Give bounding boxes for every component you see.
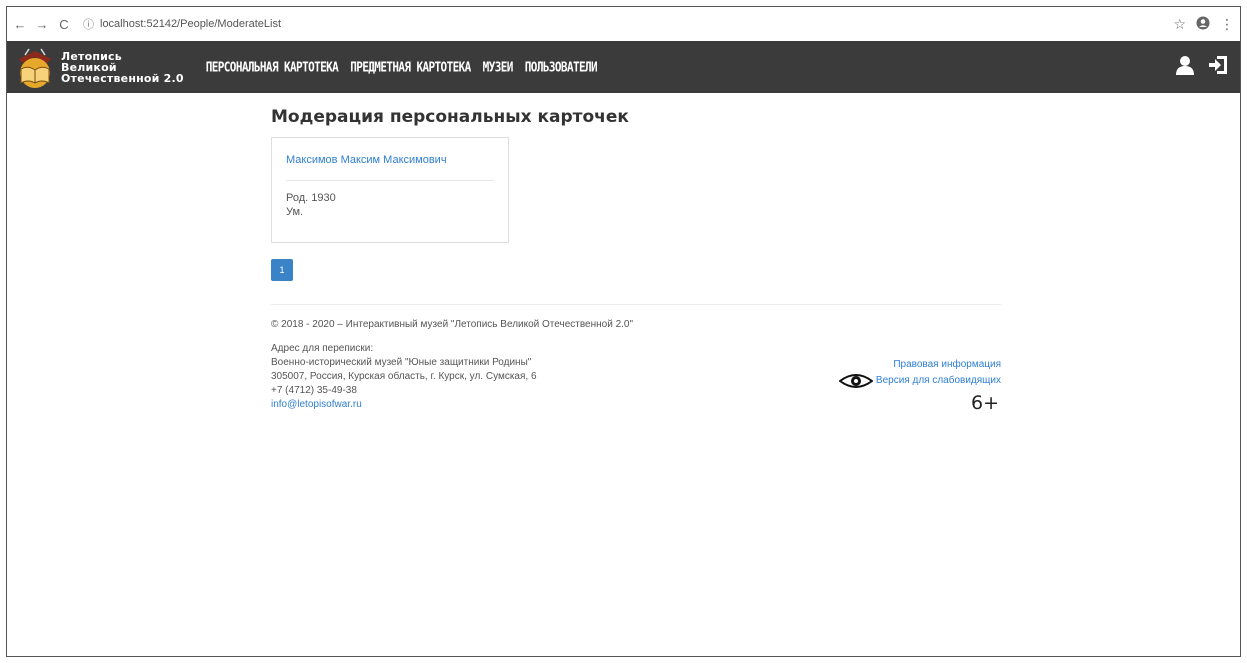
bookmark-star-icon[interactable]: ☆ <box>1173 16 1186 33</box>
main-content: Модерация персональных карточек Максимов… <box>271 93 1001 414</box>
pagination: 1 <box>271 259 1001 281</box>
forward-arrow-icon[interactable]: → <box>33 15 51 33</box>
profile-icon[interactable] <box>1196 16 1210 33</box>
birth-year: Род. 1930 <box>286 192 336 204</box>
menu-object-cards[interactable]: ПРЕДМЕТНАЯ КАРТОТЕКА <box>350 59 471 75</box>
back-arrow-icon[interactable]: ← <box>11 15 29 33</box>
death-year: Ум. <box>286 206 304 218</box>
address-label: Адрес для переписки: <box>271 343 374 354</box>
age-rating: 6+ <box>970 392 999 414</box>
person-card: Максимов Максим Максимович Род. 1930 Ум. <box>271 137 509 243</box>
card-divider <box>286 180 494 181</box>
copyright-text: © 2018 - 2020 – Интерактивный музей "Лет… <box>271 319 634 330</box>
logout-icon[interactable] <box>1208 55 1228 80</box>
legal-info-link[interactable]: Правовая информация <box>893 359 1001 370</box>
footer: © 2018 - 2020 – Интерактивный музей "Лет… <box>271 319 1001 414</box>
site-info-icon[interactable]: ⓘ <box>83 16 94 32</box>
url-text[interactable]: localhost:52142/People/ModerateList <box>100 18 281 30</box>
reload-icon[interactable]: C <box>55 15 73 33</box>
browser-window: ← → C ⓘ localhost:52142/People/ModerateL… <box>6 6 1241 657</box>
page-button-1[interactable]: 1 <box>271 259 293 281</box>
site-logo[interactable]: Летопись Великой Отечественной 2.0 <box>15 45 184 89</box>
browser-menu-icon[interactable]: ⋮ <box>1220 16 1234 33</box>
page-title: Модерация персональных карточек <box>271 107 629 127</box>
menu-museums[interactable]: МУЗЕИ <box>483 59 514 75</box>
browser-toolbar: ← → C ⓘ localhost:52142/People/ModerateL… <box>7 7 1240 42</box>
logo-text: Летопись Великой Отечественной 2.0 <box>61 51 184 84</box>
low-vision-link[interactable]: Версия для слабовидящих <box>876 373 1001 389</box>
email-link[interactable]: info@letopisofwar.ru <box>271 399 362 410</box>
user-icon[interactable] <box>1176 55 1194 80</box>
footer-divider <box>271 304 1001 305</box>
logo-line: Великой <box>61 60 117 74</box>
menu-personal-cards[interactable]: ПЕРСОНАЛЬНАЯ КАРТОТЕКА <box>206 59 339 75</box>
address-bar[interactable]: ⓘ localhost:52142/People/ModerateList <box>83 16 281 32</box>
logo-line: Отечественной 2.0 <box>61 71 184 85</box>
footer-links: Правовая информация Версия для слабовидя… <box>838 357 1001 414</box>
person-name-link[interactable]: Максимов Максим Максимович <box>286 154 447 166</box>
logo-line: Летопись <box>61 49 122 63</box>
eye-icon[interactable] <box>838 373 873 389</box>
site-navbar: Летопись Великой Отечественной 2.0 ПЕРСО… <box>7 41 1240 93</box>
menu-users[interactable]: ПОЛЬЗОВАТЕЛИ <box>525 59 598 75</box>
book-logo-icon <box>19 48 51 88</box>
main-menu: ПЕРСОНАЛЬНАЯ КАРТОТЕКА ПРЕДМЕТНАЯ КАРТОТ… <box>206 59 598 75</box>
